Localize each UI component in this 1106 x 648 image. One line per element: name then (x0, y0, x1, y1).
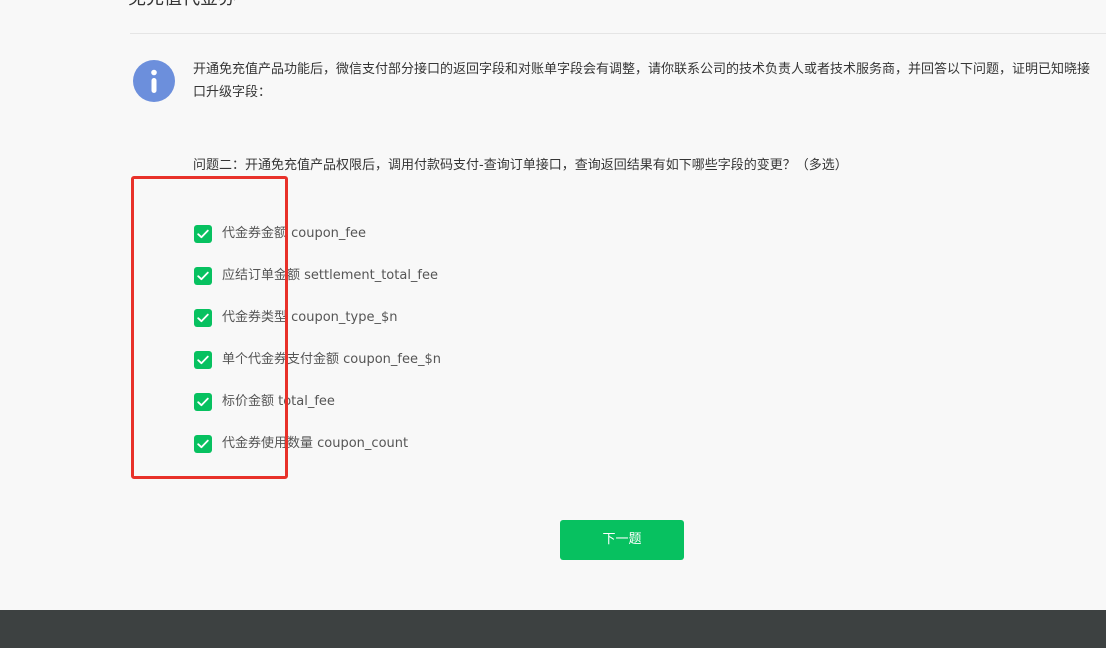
next-question-button[interactable]: 下一题 (560, 520, 684, 560)
checkbox-checked-icon[interactable] (194, 225, 212, 243)
page-title: 免充值代金券 (128, 0, 236, 10)
option-label: 应结订单金额 settlement_total_fee (222, 268, 439, 283)
checkbox-checked-icon[interactable] (194, 309, 212, 327)
option-label: 代金券类型 coupon_type_$n (222, 310, 398, 325)
checkbox-checked-icon[interactable] (194, 435, 212, 453)
option-label: 代金券金额 coupon_fee (222, 226, 366, 241)
option-label: 代金券使用数量 coupon_count (222, 436, 409, 451)
option-label: 单个代金券支付金额 coupon_fee_$n (222, 352, 442, 367)
checkbox-checked-icon[interactable] (194, 267, 212, 285)
notice-text: 开通免充值产品功能后，微信支付部分接口的返回字段和对账单字段会有调整，请你联系公… (193, 62, 1091, 100)
question-text: 问题二：开通免充值产品权限后，调用付款码支付-查询订单接口，查询返回结果有如下哪… (193, 158, 848, 173)
answer-options: 代金券金额 coupon_fee 应结订单金额 settlement_total… (194, 224, 441, 476)
option-coupon-fee[interactable]: 代金券金额 coupon_fee (194, 224, 441, 244)
option-settlement-total-fee[interactable]: 应结订单金额 settlement_total_fee (194, 266, 441, 286)
option-coupon-fee-n[interactable]: 单个代金券支付金额 coupon_fee_$n (194, 350, 441, 370)
checkbox-checked-icon[interactable] (194, 393, 212, 411)
option-coupon-count[interactable]: 代金券使用数量 coupon_count (194, 434, 441, 454)
page-footer (0, 610, 1106, 648)
info-icon (133, 60, 175, 102)
option-total-fee[interactable]: 标价金额 total_fee (194, 392, 441, 412)
checkbox-checked-icon[interactable] (194, 351, 212, 369)
option-coupon-type[interactable]: 代金券类型 coupon_type_$n (194, 308, 441, 328)
title-divider (130, 33, 1106, 34)
option-label: 标价金额 total_fee (222, 394, 335, 409)
